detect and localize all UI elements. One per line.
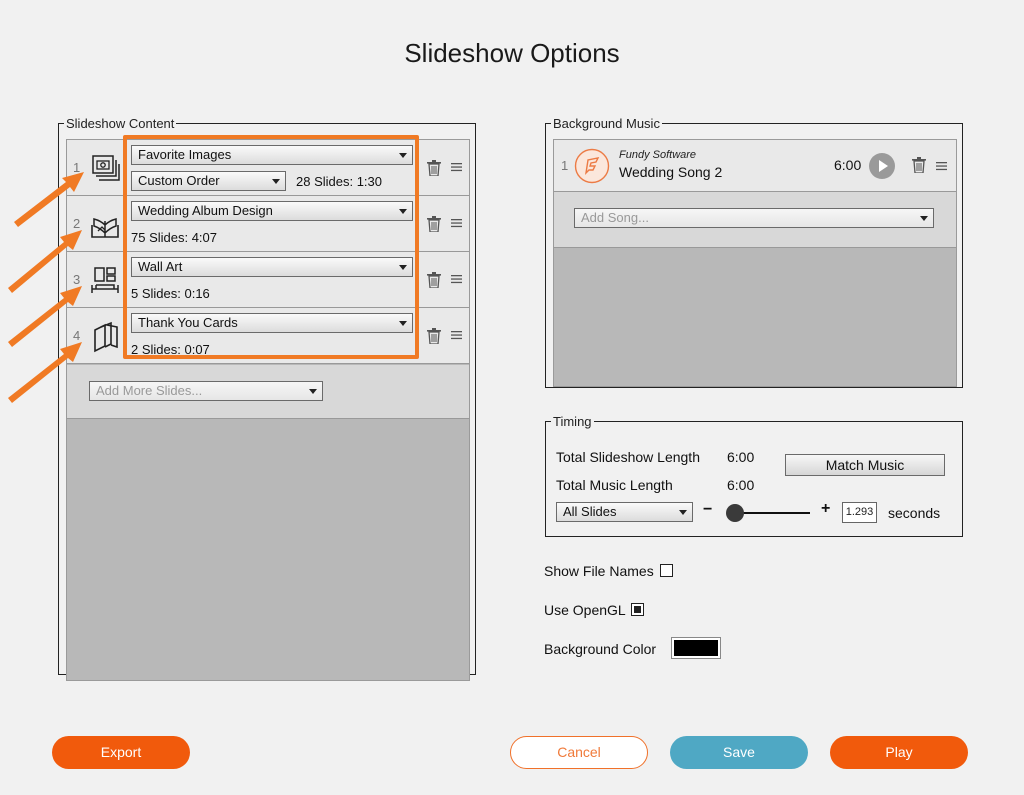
export-button[interactable]: Export xyxy=(52,736,190,769)
slide-row-3[interactable]: 3 Wall Art 5 Slides: 0:16 xyxy=(67,252,469,308)
chevron-down-icon xyxy=(399,209,407,214)
row-number: 1 xyxy=(561,158,569,173)
slide-source-dropdown-1[interactable]: Favorite Images xyxy=(131,145,413,165)
save-button[interactable]: Save xyxy=(670,736,808,769)
annotation-arrows xyxy=(8,172,84,403)
annotation-arrow-4 xyxy=(8,342,82,403)
drag-handle-icon[interactable] xyxy=(451,218,462,228)
slide-source-dropdown-4[interactable]: Thank You Cards xyxy=(131,313,413,333)
open-album-icon xyxy=(91,218,119,238)
timing-scope-dropdown[interactable]: All Slides xyxy=(556,502,693,522)
chevron-down-icon xyxy=(399,265,407,270)
dropdown-value: Wedding Album Design xyxy=(138,203,273,218)
slideshow-content-group: Slideshow Content 1 Favorite Images Cust… xyxy=(58,116,476,681)
show-file-names-checkbox[interactable] xyxy=(660,564,673,577)
fundy-logo-icon xyxy=(574,148,610,184)
slide-row-4[interactable]: 4 Thank You Cards 2 Slides: 0:07 xyxy=(67,308,469,364)
chevron-down-icon xyxy=(309,389,317,394)
annotation-arrow-1 xyxy=(14,172,84,227)
total-slideshow-length-label: Total Slideshow Length xyxy=(556,449,700,465)
slide-count-duration: 28 Slides: 1:30 xyxy=(296,174,383,189)
trash-icon[interactable] xyxy=(427,160,441,176)
chevron-down-icon xyxy=(272,179,280,184)
dropdown-placeholder: Add Song... xyxy=(581,210,649,225)
trash-icon[interactable] xyxy=(427,272,441,288)
song-duration: 6:00 xyxy=(834,157,862,173)
chevron-down-icon xyxy=(679,510,687,515)
cancel-button[interactable]: Cancel xyxy=(510,736,648,769)
use-opengl-label: Use OpenGL xyxy=(544,602,626,618)
slideshow-content-list: 1 Favorite Images Custom Order 28 Slides… xyxy=(66,139,470,681)
background-music-group: Background Music 1 Fundy Software Weddin… xyxy=(545,116,963,388)
dropdown-value: Wall Art xyxy=(138,259,183,274)
drag-handle-icon[interactable] xyxy=(451,162,462,172)
seconds-input[interactable]: 1.293 xyxy=(842,502,877,523)
add-song-dropdown[interactable]: Add Song... xyxy=(574,208,934,228)
slide-source-dropdown-2[interactable]: Wedding Album Design xyxy=(131,201,413,221)
dropdown-value: Thank You Cards xyxy=(138,315,238,330)
increase-button[interactable]: + xyxy=(821,500,830,518)
annotation-arrow-2 xyxy=(8,230,82,293)
total-music-length-value: 6:00 xyxy=(727,477,755,493)
slide-count-duration: 75 Slides: 4:07 xyxy=(131,230,218,245)
photo-stack-icon xyxy=(92,155,120,181)
add-song-area: Add Song... xyxy=(554,192,956,248)
decrease-button[interactable]: − xyxy=(703,501,712,519)
timing-legend: Timing xyxy=(553,414,592,429)
match-music-button[interactable]: Match Music xyxy=(785,454,945,476)
timing-group: Timing Total Slideshow Length 6:00 Total… xyxy=(545,414,963,537)
add-slides-area: Add More Slides... xyxy=(67,365,469,419)
chevron-down-icon xyxy=(399,153,407,158)
dropdown-value: Custom Order xyxy=(138,173,220,188)
dropdown-value: Favorite Images xyxy=(138,147,232,162)
annotation-arrow-3 xyxy=(8,286,82,347)
slide-count-duration: 2 Slides: 0:07 xyxy=(131,342,210,357)
drag-handle-icon[interactable] xyxy=(451,330,462,340)
trash-icon[interactable] xyxy=(912,157,926,173)
wall-art-icon xyxy=(91,267,119,293)
total-music-length-label: Total Music Length xyxy=(556,477,673,493)
trash-icon[interactable] xyxy=(427,328,441,344)
slide-row-1[interactable]: 1 Favorite Images Custom Order 28 Slides… xyxy=(67,140,469,196)
drag-handle-icon[interactable] xyxy=(936,161,947,171)
slide-source-dropdown-3[interactable]: Wall Art xyxy=(131,257,413,277)
chevron-down-icon xyxy=(399,321,407,326)
play-button[interactable]: Play xyxy=(830,736,968,769)
music-list: 1 Fundy Software Wedding Song 2 6:00 Add… xyxy=(553,139,957,387)
song-artist: Fundy Software xyxy=(619,149,697,161)
duration-slider-thumb[interactable] xyxy=(726,504,745,522)
trash-icon[interactable] xyxy=(427,216,441,232)
chevron-down-icon xyxy=(920,216,928,221)
show-file-names-label: Show File Names xyxy=(544,563,654,579)
seconds-label: seconds xyxy=(888,505,941,521)
slideshow-content-legend: Slideshow Content xyxy=(66,116,175,131)
slide-row-2[interactable]: 2 Wedding Album Design 75 Slides: 4:07 xyxy=(67,196,469,252)
dropdown-placeholder: Add More Slides... xyxy=(96,383,203,398)
background-music-legend: Background Music xyxy=(553,116,660,131)
background-color-label: Background Color xyxy=(544,641,657,657)
dropdown-value: All Slides xyxy=(563,504,617,519)
play-icon[interactable] xyxy=(869,153,895,179)
add-more-slides-dropdown[interactable]: Add More Slides... xyxy=(89,381,323,401)
use-opengl-checkbox[interactable] xyxy=(631,603,644,616)
background-color-swatch[interactable] xyxy=(671,637,721,659)
slide-count-duration: 5 Slides: 0:16 xyxy=(131,286,210,301)
cards-icon xyxy=(94,321,118,353)
slide-order-dropdown[interactable]: Custom Order xyxy=(131,171,286,191)
total-slideshow-length-value: 6:00 xyxy=(727,449,755,465)
drag-handle-icon[interactable] xyxy=(451,274,462,284)
song-row-1[interactable]: 1 Fundy Software Wedding Song 2 6:00 xyxy=(554,140,956,192)
page-title: Slideshow Options xyxy=(404,38,620,68)
song-title: Wedding Song 2 xyxy=(619,164,723,180)
